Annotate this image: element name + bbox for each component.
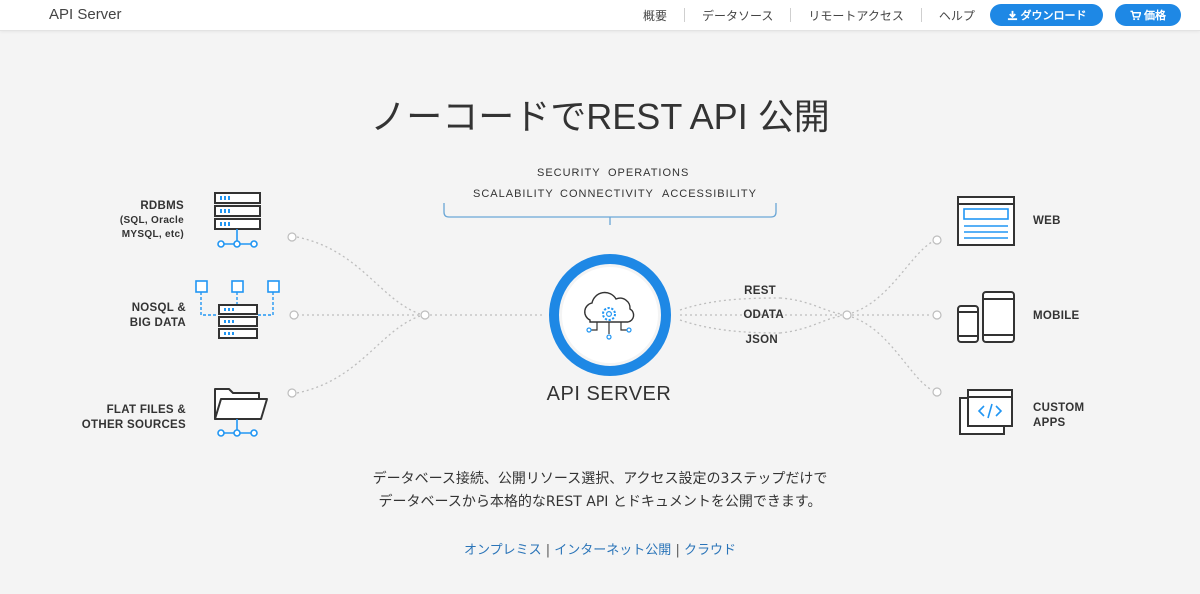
link-separator: |	[675, 543, 680, 558]
connector-icon	[217, 229, 258, 248]
target-web-label: WEB	[1033, 215, 1061, 227]
flatfiles-title-2: OTHER SOURCES	[81, 419, 186, 431]
rdbms-title: RDBMS	[140, 200, 184, 212]
description-line-2: データベースから本格的なREST API とドキュメントを公開できます。	[378, 494, 822, 510]
source-rdbms-label: RDBMS (SQL, Oracle MYSQL, etc)	[100, 199, 184, 242]
download-label: ダウンロード	[1020, 9, 1087, 22]
nosql-cluster-icon	[195, 280, 280, 339]
mobile-devices-icon	[957, 291, 1015, 343]
feature-operations: OPERATIONS	[608, 167, 690, 179]
page-title: ノーコードでREST API 公開	[370, 96, 830, 137]
nosql-title-2: BIG DATA	[129, 317, 186, 329]
link-separator: |	[545, 543, 551, 558]
source-flatfiles-label: FLAT FILES & OTHER SOURCES	[50, 403, 186, 433]
description-line-1: データベース接続、公開リソース選択、アクセス設定の3ステップだけで	[372, 471, 828, 487]
nav-divider	[790, 8, 792, 22]
nav-divider	[920, 8, 922, 22]
api-server-logo	[549, 254, 671, 376]
custom-apps-title-1: CUSTOM	[1033, 402, 1085, 414]
right-nodes	[842, 235, 942, 397]
price-button[interactable]: 価格	[1115, 4, 1181, 26]
brand-name[interactable]: API Server	[49, 6, 122, 23]
nav-item-datasources[interactable]: データソース	[693, 7, 782, 24]
nosql-title-1: NOSQL &	[131, 302, 186, 314]
cart-icon	[1130, 10, 1141, 20]
right-connectors	[679, 241, 933, 391]
link-cloud[interactable]: クラウド	[684, 543, 736, 558]
custom-apps-title-2: APPS	[1033, 417, 1066, 429]
web-browser-icon	[957, 196, 1015, 246]
link-internet-publishing[interactable]: インターネット公開	[554, 543, 671, 558]
rdbms-subtitle-2: MYSQL, etc)	[121, 229, 184, 240]
feature-accessibility: ACCESSIBILITY	[662, 188, 757, 200]
price-label: 価格	[1144, 9, 1166, 22]
features-bracket	[443, 203, 777, 225]
protocol-rest: REST	[744, 285, 776, 297]
source-nosql-label: NOSQL & BIG DATA	[90, 301, 186, 331]
connector-icon	[217, 419, 258, 437]
link-on-premises[interactable]: オンプレミス	[464, 543, 542, 558]
main-nav: 概要 データソース リモートアクセス ヘルプ	[634, 0, 984, 30]
protocol-json: JSON	[745, 334, 778, 346]
feature-security: SECURITY	[537, 167, 601, 179]
target-custom-apps-label: CUSTOM APPS	[1033, 401, 1084, 431]
download-button[interactable]: ダウンロード	[990, 4, 1103, 26]
feature-scalability: SCALABILITY	[473, 188, 554, 200]
nav-item-help[interactable]: ヘルプ	[930, 7, 984, 24]
deployment-links: オンプレミス | インターネット公開 | クラウド	[0, 539, 1200, 558]
feature-connectivity: CONNECTIVITY	[560, 188, 654, 200]
protocol-odata: ODATA	[743, 309, 784, 321]
top-navbar: API Server 概要 データソース リモートアクセス ヘルプ ダウンロード…	[0, 0, 1200, 31]
api-server-label: API SERVER	[546, 383, 672, 405]
target-mobile-label: MOBILE	[1033, 310, 1080, 322]
rdbms-subtitle-1: (SQL, Oracle	[119, 215, 184, 226]
nav-item-remote-access[interactable]: リモートアクセス	[799, 7, 912, 24]
nav-divider	[684, 8, 686, 22]
nav-item-overview[interactable]: 概要	[634, 7, 676, 24]
download-icon	[1007, 10, 1017, 20]
